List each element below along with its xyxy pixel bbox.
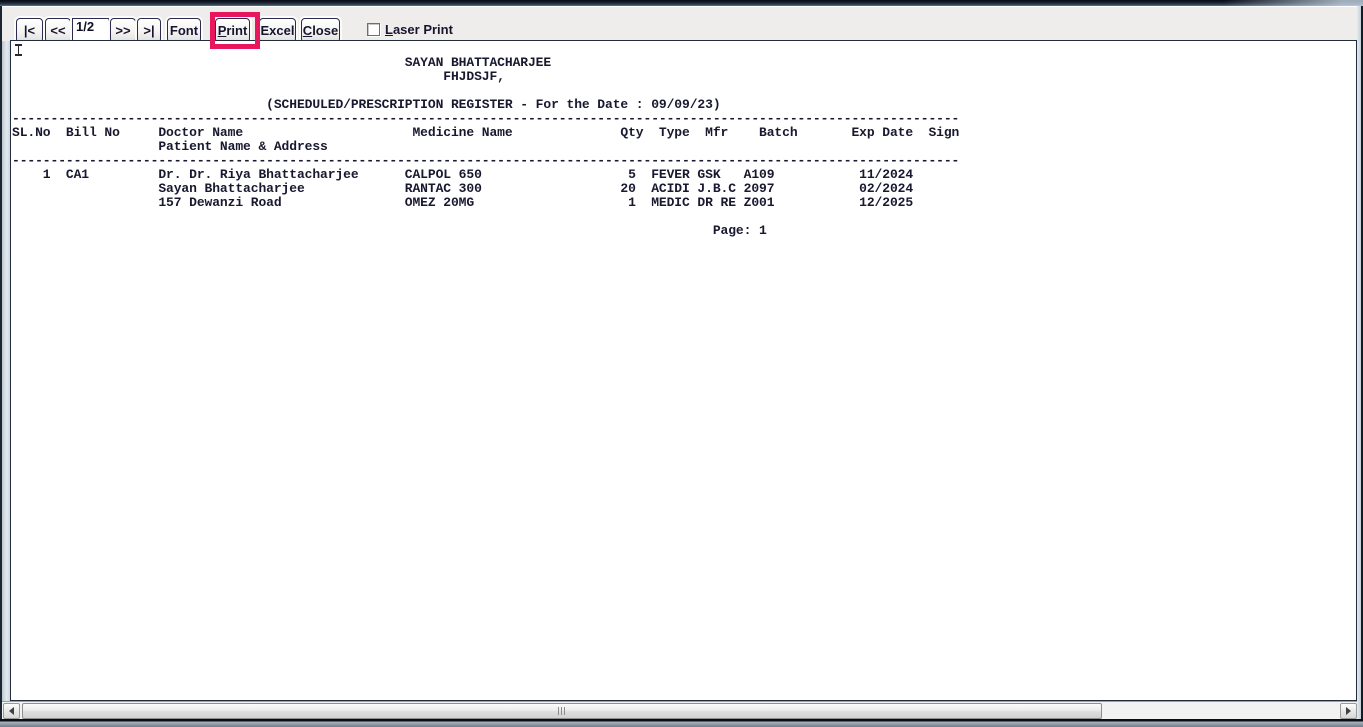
- scroll-right-button[interactable]: [1340, 703, 1357, 719]
- horizontal-scrollbar[interactable]: [2, 701, 1357, 719]
- horizontal-scrollbar-thumb[interactable]: [22, 703, 1102, 719]
- laser-print-checkbox[interactable]: [367, 23, 380, 36]
- report-preview-content: SAYAN BHATTACHARJEE FHJDSJF, (SCHEDULED/…: [10, 40, 1357, 701]
- scroll-left-arrow-icon: [9, 707, 14, 715]
- close-button-label-rest: lose: [312, 22, 339, 38]
- report-text: SAYAN BHATTACHARJEE FHJDSJF, (SCHEDULED/…: [12, 55, 960, 238]
- scrollbar-grip-icon: [558, 707, 566, 715]
- close-button-underlined-letter: C: [302, 22, 313, 38]
- report-preview-window: |< << 1/2 >> >| Font Print Excel Close L…: [0, 0, 1363, 727]
- toolbar: |< << 1/2 >> >| Font Print Excel Close L…: [2, 6, 1357, 49]
- window-left-inner-border: [2, 6, 10, 719]
- laser-print-label[interactable]: Laser Print: [385, 22, 453, 37]
- scroll-right-arrow-icon: [1346, 707, 1351, 715]
- laser-print-underlined-letter: L: [385, 22, 393, 37]
- laser-print-label-rest: aser Print: [392, 22, 453, 37]
- scroll-left-button[interactable]: [3, 703, 20, 719]
- window-bottom-border: [0, 719, 1363, 727]
- print-button-label-rest: rint: [226, 22, 248, 38]
